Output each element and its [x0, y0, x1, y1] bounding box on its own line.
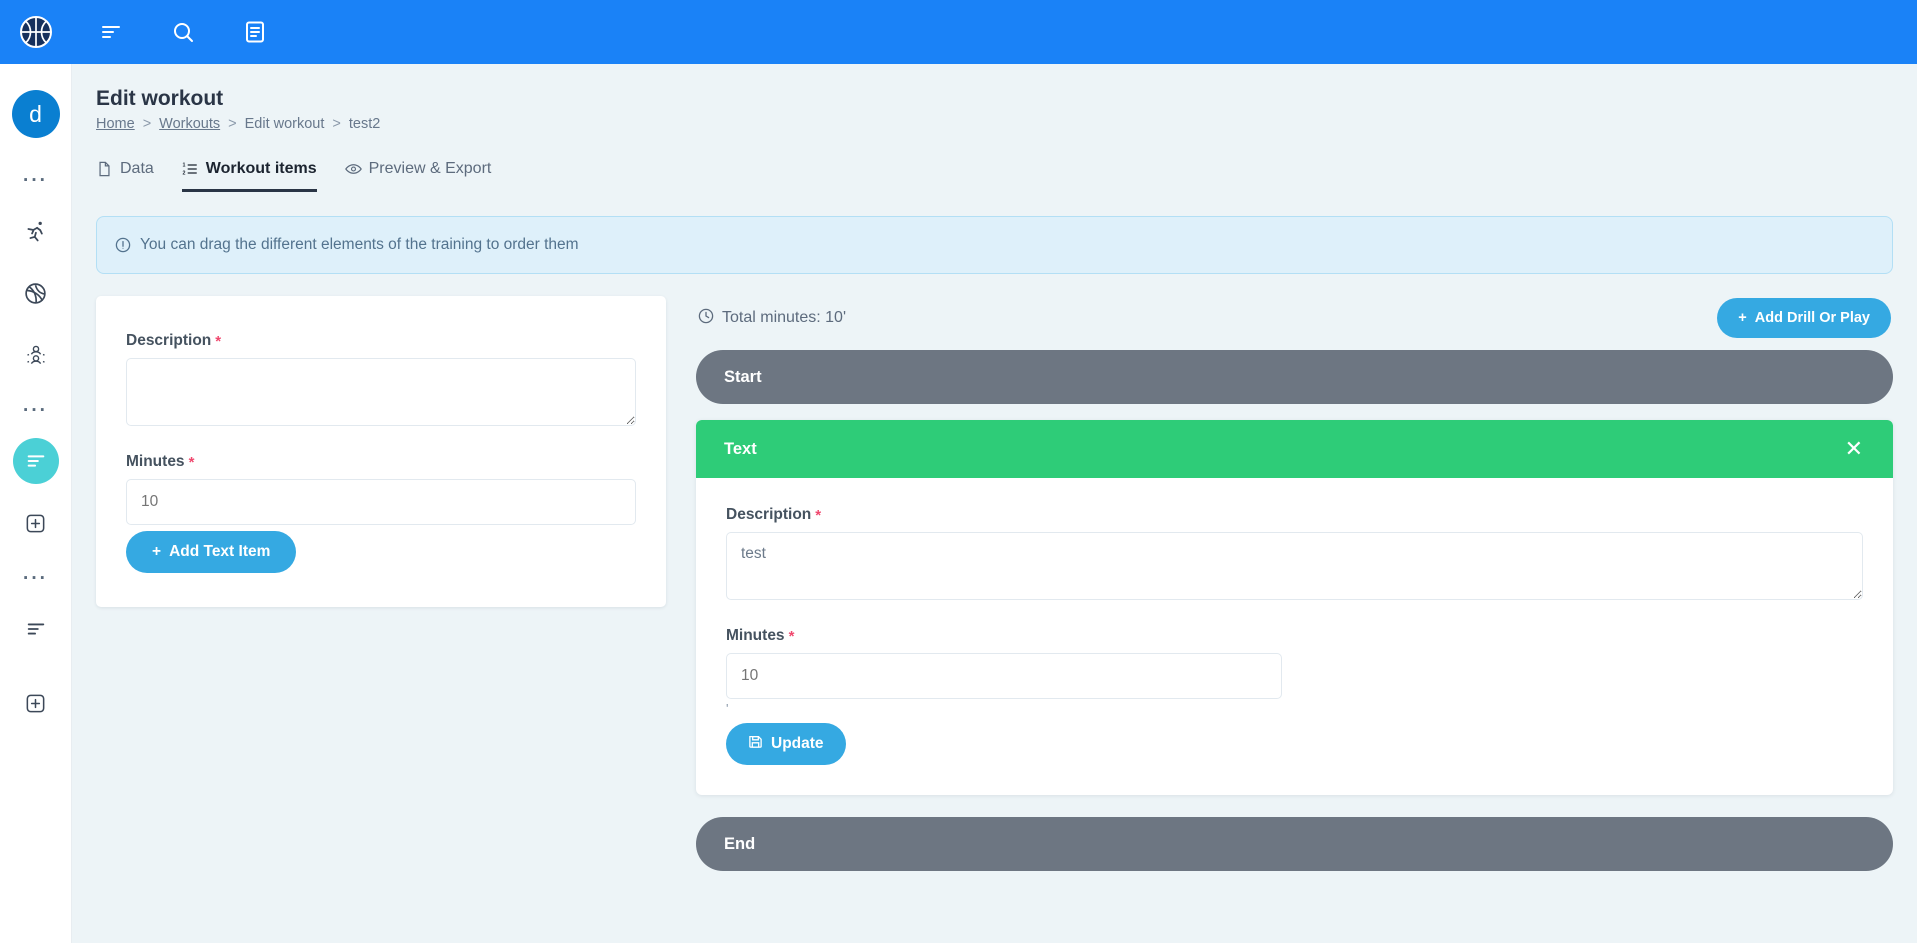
minutes-label: Minutes *	[726, 627, 795, 645]
workout-items-header: Total minutes: 10' + Add Drill Or Play	[696, 296, 1893, 340]
item-minutes-input[interactable]	[726, 653, 1282, 699]
sidebar-dots-1: ···	[23, 170, 48, 191]
minutes-input[interactable]	[126, 479, 636, 525]
tab-workout-items[interactable]: 1 2 Workout items	[181, 160, 317, 192]
app-logo[interactable]	[0, 0, 72, 64]
description-label: Description *	[126, 332, 222, 350]
update-label: Update	[771, 735, 824, 752]
add-text-item-button[interactable]: + Add Text Item	[126, 531, 297, 573]
content-area: Description * Minutes * + Add Text Item	[96, 296, 1893, 871]
start-bar-label: Start	[724, 367, 762, 386]
add-drill-or-play-button[interactable]: + Add Drill Or Play	[1717, 298, 1891, 338]
required-asterisk: *	[215, 332, 222, 350]
plus-box-icon	[26, 514, 45, 532]
sidebar-item-add-workout[interactable]	[13, 500, 59, 546]
close-icon[interactable]: ✕	[1841, 436, 1867, 462]
users-icon	[26, 345, 45, 365]
top-nav-icons	[98, 19, 268, 45]
tab-bar: Data 1 2 Workout items Preview & Export	[96, 160, 1917, 192]
basketball-icon	[25, 282, 46, 304]
sidebar-dots-2: ···	[23, 400, 48, 421]
sidebar: d ··· ··· ···	[0, 64, 72, 943]
file-icon	[96, 161, 113, 178]
breadcrumb-item-test2: test2	[348, 116, 381, 132]
book-icon[interactable]	[242, 19, 268, 45]
sidebar-item-list2[interactable]	[13, 606, 59, 652]
breadcrumb-separator: >	[332, 116, 341, 132]
workout-item-text-card: Text ✕ Description * test Minutes * 10 '…	[696, 420, 1893, 795]
item-minutes-wrap	[726, 653, 1282, 699]
sidebar-item-add2[interactable]	[13, 680, 59, 726]
add-drill-label: Add Drill Or Play	[1754, 310, 1870, 326]
tab-data[interactable]: Data	[96, 160, 154, 192]
running-icon	[27, 221, 43, 241]
workout-item-title: Text	[724, 439, 757, 458]
basketball-logo-icon	[20, 16, 52, 48]
menu-list-icon[interactable]	[98, 19, 124, 45]
avatar[interactable]: d	[11, 90, 60, 138]
tab-label: Data	[120, 160, 154, 177]
plus-box-icon	[26, 694, 45, 712]
required-asterisk: *	[188, 453, 195, 471]
minutes-unit-mark: '	[726, 701, 729, 716]
list-icon	[27, 623, 44, 635]
breadcrumb-item-edit-workout: Edit workout	[244, 116, 325, 132]
workout-item-header[interactable]: Text ✕	[696, 420, 1893, 478]
tab-preview-export[interactable]: Preview & Export	[344, 160, 492, 192]
page-title: Edit workout	[96, 87, 224, 110]
sidebar-item-workouts[interactable]	[12, 438, 59, 484]
info-banner: You can drag the different elements of t…	[96, 216, 1893, 274]
svg-text:1: 1	[183, 162, 186, 168]
info-banner-text: You can drag the different elements of t…	[140, 236, 579, 253]
breadcrumb-separator: >	[142, 116, 152, 132]
plus-icon: +	[1738, 310, 1747, 326]
main-content: Edit workout Home > Workouts > Edit work…	[72, 64, 1917, 943]
update-button[interactable]: Update	[726, 723, 846, 765]
sidebar-item-ball[interactable]	[13, 270, 59, 316]
description-label: Description *	[726, 506, 822, 524]
breadcrumb-item-workouts[interactable]: Workouts	[159, 116, 220, 132]
item-description-textarea[interactable]: test	[726, 532, 1863, 600]
plus-icon: +	[152, 543, 162, 560]
workout-items-column: Total minutes: 10' + Add Drill Or Play S…	[696, 296, 1893, 871]
breadcrumb-separator: >	[228, 116, 237, 132]
total-minutes: Total minutes: 10'	[698, 308, 846, 329]
workout-item-body: Description * test Minutes * '	[696, 478, 1893, 795]
end-bar[interactable]: End	[696, 817, 1893, 871]
tab-label: Preview & Export	[368, 160, 492, 177]
breadcrumb-item-home[interactable]: Home	[96, 116, 135, 132]
end-bar-label: End	[724, 834, 756, 853]
description-textarea[interactable]	[126, 358, 636, 426]
svg-text:2: 2	[183, 170, 186, 176]
sidebar-item-team[interactable]	[13, 332, 59, 378]
total-minutes-label: Total minutes: 10'	[722, 309, 847, 326]
save-icon	[748, 734, 763, 754]
add-text-item-card: Description * Minutes * + Add Text Item	[96, 296, 666, 607]
eye-icon	[344, 161, 362, 178]
list-icon	[27, 455, 44, 467]
required-asterisk: *	[788, 627, 795, 645]
breadcrumb: Home > Workouts > Edit workout > test2	[96, 116, 1917, 132]
start-bar[interactable]: Start	[696, 350, 1893, 404]
sidebar-item-run[interactable]	[13, 208, 59, 254]
add-text-item-label: Add Text Item	[169, 543, 271, 560]
info-circle-icon	[115, 237, 131, 253]
ordered-list-icon: 1 2	[182, 161, 199, 178]
required-asterisk: *	[815, 506, 822, 524]
top-bar	[0, 0, 1917, 64]
search-icon[interactable]	[170, 19, 196, 45]
tab-label: Workout items	[205, 160, 317, 177]
minutes-label: Minutes *	[126, 453, 195, 471]
clock-icon	[698, 308, 714, 329]
sidebar-dots-3: ···	[23, 568, 48, 589]
